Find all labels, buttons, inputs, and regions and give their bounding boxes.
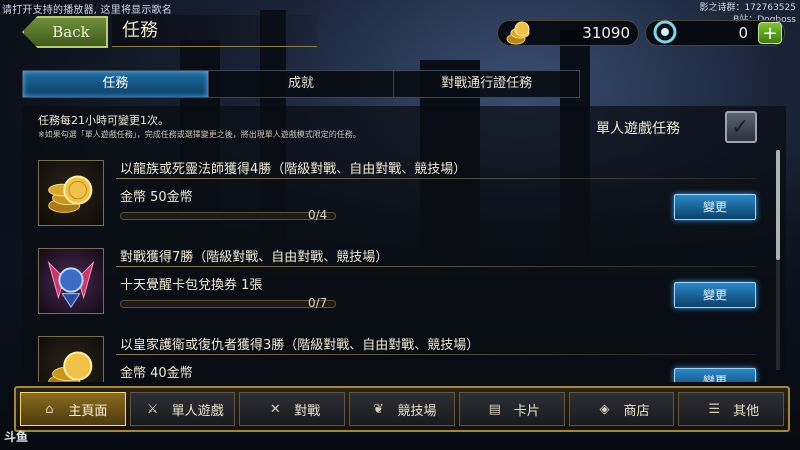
mission-description: 以皇家護衛或復仇者獲得3勝（階級對戰、自由對戰、競技場） (120, 338, 480, 353)
bottom-nav: ⌂ 主頁面 ⚔ 單人遊戲 ✕ 對戰 ❦ 競技場 ▤ 卡片 ◈ 商店 ☰ 其他 (14, 386, 790, 432)
crossed-swords-icon: ✕ (269, 401, 281, 417)
divider (116, 354, 756, 355)
crystal-counter: 0 + (645, 20, 785, 46)
check-icon: ✓ (731, 115, 750, 140)
nav-home[interactable]: ⌂ 主頁面 (20, 392, 126, 426)
nav-shop-label: 商店 (623, 403, 650, 419)
tab-achievements[interactable]: 成就 (209, 71, 395, 97)
home-icon: ⌂ (45, 401, 54, 417)
mission-description: 對戰獲得7勝（階級對戰、自由對戰、競技場） (120, 250, 389, 265)
nav-home-label: 主頁面 (68, 403, 108, 419)
nav-shop[interactable]: ◈ 商店 (568, 392, 675, 426)
shop-icon: ◈ (599, 401, 610, 417)
divider (116, 178, 756, 179)
gold-amount: 31090 (582, 24, 630, 42)
mission-reward: 十天覺醒卡包兌換券 1張 (120, 278, 263, 293)
back-label: Back (52, 23, 90, 41)
nav-solo-play-label: 單人遊戲 (171, 403, 224, 419)
gold-coin-icon (506, 21, 530, 45)
solo-mission-label: 單人遊戲任務 (596, 121, 680, 137)
gold-coins-icon (38, 336, 104, 382)
cards-icon: ▤ (488, 401, 501, 417)
scrollbar-thumb[interactable] (776, 150, 780, 260)
nav-other-label: 其他 (733, 403, 760, 419)
crystal-icon (653, 20, 677, 44)
player-notice: 请打开支持的播放器, 这里将显示歌名 (2, 5, 172, 16)
back-button[interactable]: Back (22, 16, 108, 48)
card-pack-ticket-icon (38, 248, 104, 314)
mission-reward: 金幣 50金幣 (120, 190, 193, 205)
nav-solo-play[interactable]: ⚔ 單人遊戲 (129, 392, 236, 426)
mission-tabs: 任務 成就 對戰通行證任務 (22, 70, 580, 98)
tab-missions[interactable]: 任務 (23, 71, 209, 97)
progress-bar (120, 300, 336, 308)
mission-description: 以龍族或死靈法師獲得4勝（階級對戰、自由對戰、競技場） (120, 162, 467, 177)
page-title: 任務 (112, 15, 317, 47)
mission-reward: 金幣 40金幣 (120, 366, 193, 381)
divider (116, 266, 756, 267)
nav-cards[interactable]: ▤ 卡片 (458, 392, 565, 426)
progress-text: 0/7 (308, 296, 328, 310)
stream-logo: 斗鱼 (4, 430, 29, 444)
nav-cards-label: 卡片 (513, 403, 540, 419)
nav-arena-label: 競技場 (397, 403, 437, 419)
change-mission-button[interactable]: 變更 (674, 282, 756, 308)
nav-arena[interactable]: ❦ 競技場 (349, 392, 455, 426)
progress-text: 0/4 (308, 208, 328, 222)
list-item: 以皇家護衛或復仇者獲得3勝（階級對戰、自由對戰、競技場） 金幣 40金幣 變更 (36, 334, 772, 382)
nav-other[interactable]: ☰ 其他 (678, 392, 785, 426)
change-mission-button[interactable]: 變更 (674, 194, 756, 220)
solo-mission-checkbox[interactable]: ✓ (725, 111, 757, 143)
laurel-icon: ❦ (373, 401, 384, 417)
progress-bar (120, 212, 336, 220)
crystal-amount: 0 (738, 24, 748, 42)
menu-icon: ☰ (708, 401, 720, 417)
add-crystal-button[interactable]: + (758, 22, 782, 44)
gold-coins-icon (38, 160, 104, 226)
change-mission-button[interactable]: 變更 (674, 368, 756, 382)
mission-refresh-info: 任務每21小時可變更1次。 (38, 114, 169, 127)
solo-mission-note: ※如果勾選「單人遊戲任務」，完成任務或選擇變更之後，將出現單人遊戲模式限定的任務… (38, 130, 361, 139)
nav-battle-label: 對戰 (294, 403, 321, 419)
tab-battle-pass-missions[interactable]: 對戰通行證任務 (394, 71, 579, 97)
list-item: 對戰獲得7勝（階級對戰、自由對戰、競技場） 十天覺醒卡包兌換券 1張 0/7 變… (36, 246, 772, 324)
gold-counter: 31090 (497, 20, 639, 46)
list-item: 以龍族或死靈法師獲得4勝（階級對戰、自由對戰、競技場） 金幣 50金幣 0/4 … (36, 158, 772, 236)
nav-battle[interactable]: ✕ 對戰 (239, 392, 346, 426)
stream-group-text: 影之诗群：172763525 (699, 3, 796, 13)
sword-icon: ⚔ (146, 401, 159, 417)
